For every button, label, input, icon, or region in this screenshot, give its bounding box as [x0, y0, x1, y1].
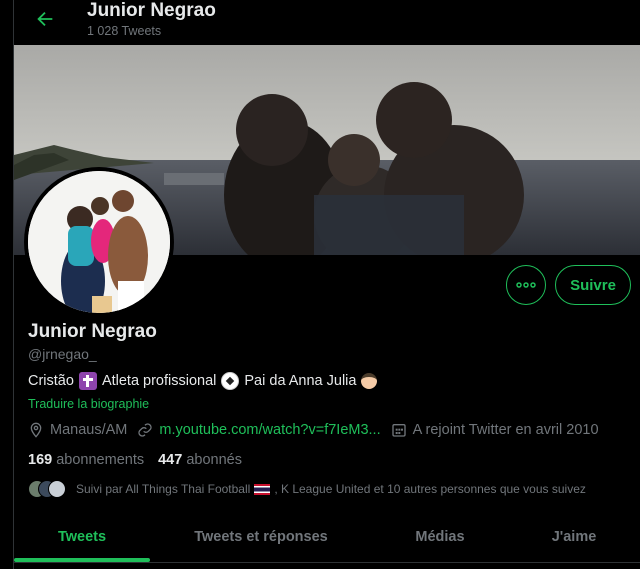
followers-link[interactable]: 447 abonnés: [158, 452, 242, 468]
header-title: Junior Negrao: [87, 0, 216, 21]
translate-bio-link[interactable]: Traduire la biographie: [28, 397, 149, 411]
tab-label: Tweets: [57, 529, 107, 545]
tab-tweets-and-replies[interactable]: Tweets et réponses: [150, 512, 372, 562]
website-item[interactable]: m.youtube.com/watch?v=f7IeM3...: [137, 422, 381, 438]
profile-bio: Cristão Atleta profissional Pai da Anna …: [28, 372, 378, 390]
followed-by-prefix: Suivi par All Things Thai Football: [76, 482, 251, 496]
link-icon: [138, 423, 152, 437]
tab-likes[interactable]: J'aime: [508, 512, 640, 562]
back-arrow-icon[interactable]: [34, 8, 56, 30]
following-count: 169: [28, 452, 53, 468]
tabs-divider: [14, 562, 640, 563]
following-label: abonnements: [56, 452, 145, 468]
more-options-button[interactable]: [506, 265, 546, 305]
tab-label: Médias: [415, 529, 465, 545]
latin-cross-emoji-icon: [78, 372, 97, 390]
avatar-photo: [28, 171, 170, 313]
profile-meta: Manaus/AM m.youtube.com/watch?v=f7IeM3..…: [28, 422, 609, 438]
location-text: Manaus/AM: [50, 422, 128, 438]
following-link[interactable]: 169 abonnements: [28, 452, 144, 468]
tab-label: J'aime: [551, 529, 597, 545]
joined-item: A rejoint Twitter en avril 2010: [391, 422, 599, 438]
followers-label: abonnés: [186, 452, 242, 468]
mini-avatar: [48, 480, 66, 498]
profile-avatar[interactable]: [24, 167, 174, 317]
profile-header: Junior Negrao 1 028 Tweets: [14, 0, 640, 45]
profile-stats: 169 abonnements 447 abonnés: [28, 452, 242, 468]
follow-button[interactable]: Suivre: [555, 265, 631, 305]
profile-tabs: Tweets Tweets et réponses Médias J'aime: [14, 512, 640, 564]
followed-by[interactable]: Suivi par All Things Thai Football , K L…: [28, 480, 586, 498]
followed-by-suffix: , K League United et 10 autres personnes…: [274, 482, 586, 496]
followers-count: 447: [158, 452, 183, 468]
followers-you-know-avatars: [28, 480, 68, 498]
location-pin-icon: [30, 422, 42, 438]
ellipsis-icon: [516, 282, 536, 288]
thailand-flag-icon: [254, 483, 271, 495]
baby-emoji-icon: [361, 373, 378, 389]
website-link[interactable]: m.youtube.com/watch?v=f7IeM3...: [159, 422, 380, 438]
joined-text: A rejoint Twitter en avril 2010: [412, 422, 599, 438]
profile-handle: @jrnegao_: [28, 346, 97, 362]
tab-tweets[interactable]: Tweets: [14, 512, 150, 562]
tab-label: Tweets et réponses: [194, 529, 328, 545]
tweet-count: 1 028 Tweets: [87, 24, 162, 38]
location-item: Manaus/AM: [28, 422, 127, 438]
bio-part-2: Atleta profissional: [101, 373, 217, 389]
bio-part-1: Cristão: [28, 373, 74, 389]
calendar-icon: [391, 424, 406, 437]
soccer-ball-emoji-icon: [221, 372, 240, 390]
tab-media[interactable]: Médias: [372, 512, 508, 562]
bio-part-3: Pai da Anna Julia: [244, 373, 357, 389]
profile-name: Junior Negrao: [28, 321, 157, 342]
